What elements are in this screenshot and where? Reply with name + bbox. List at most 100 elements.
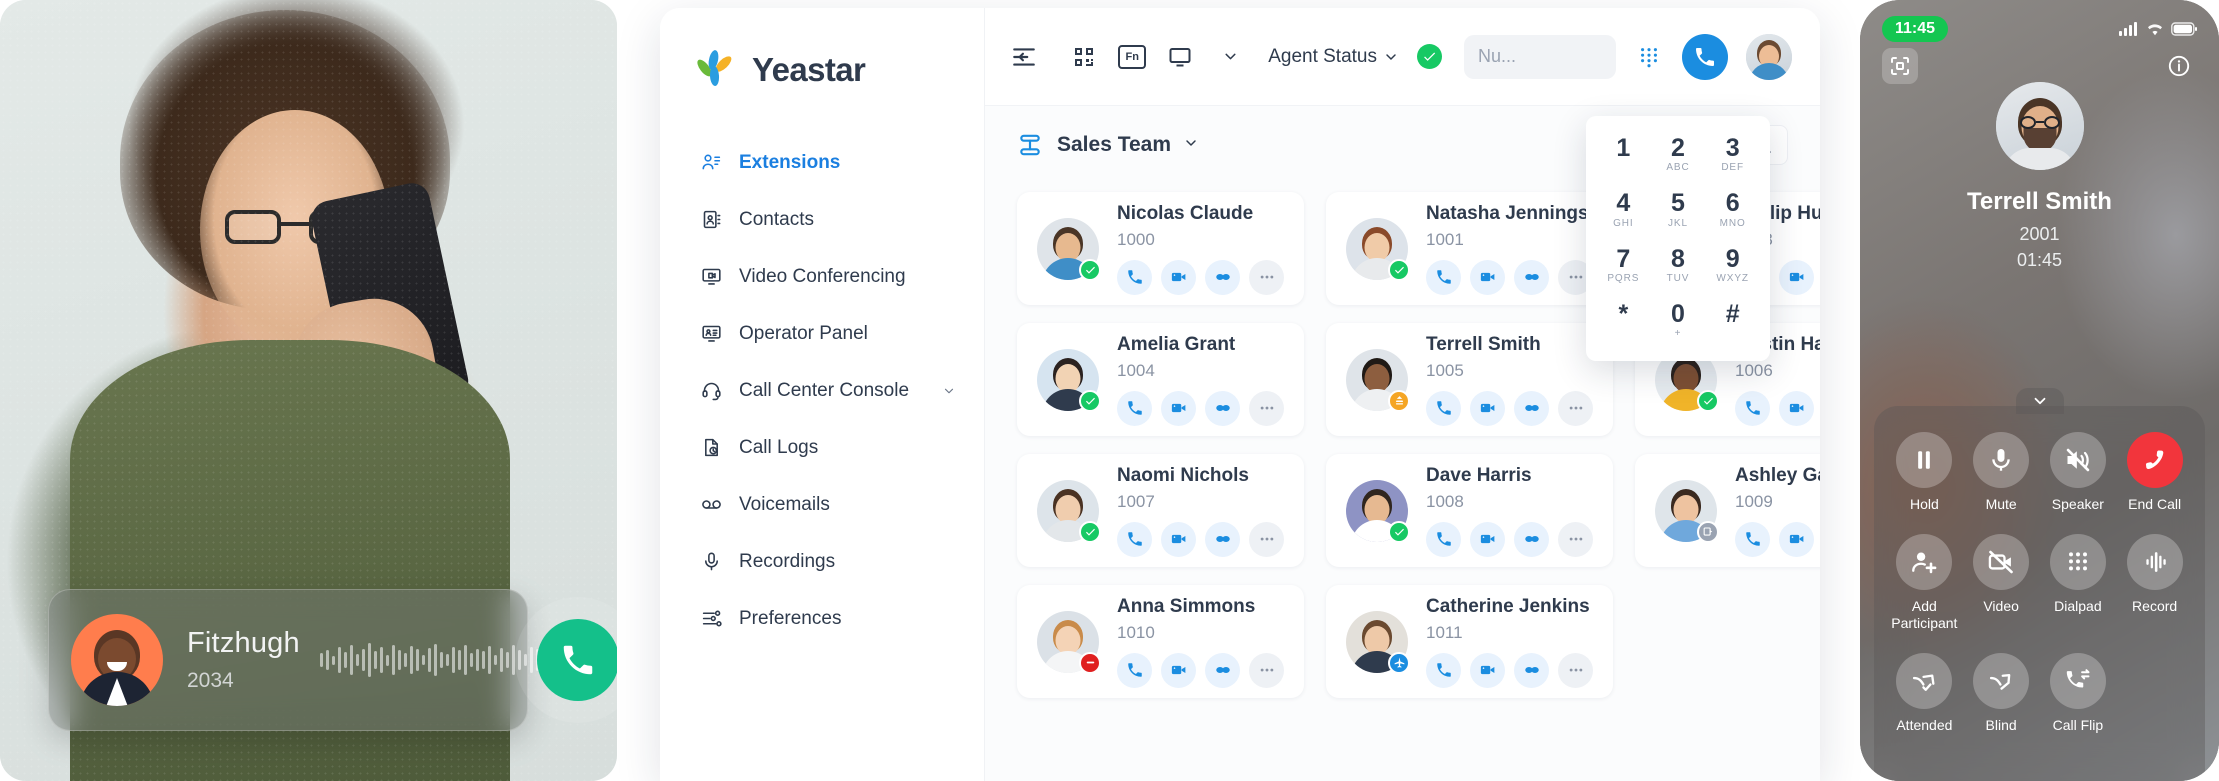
sidebar-item-contacts[interactable]: Contacts: [660, 191, 984, 248]
phone-control-call-flip[interactable]: Call Flip: [2040, 652, 2117, 735]
card-action-more[interactable]: [1249, 390, 1284, 426]
card-action-video[interactable]: [1161, 259, 1196, 295]
dialpad-key-8[interactable]: 8 TUV: [1651, 241, 1706, 288]
incoming-call-card[interactable]: Fitzhugh 2034: [48, 589, 617, 731]
dialpad-key-7[interactable]: 7 PQRS: [1596, 241, 1651, 288]
card-action-more[interactable]: [1558, 521, 1593, 557]
search-box[interactable]: [1464, 34, 1616, 79]
dialpad-key-5[interactable]: 5 JKL: [1651, 185, 1706, 232]
card-action-chat[interactable]: [1514, 259, 1549, 295]
extension-card[interactable]: Naomi Nichols 1007: [1017, 454, 1304, 567]
dialpad-key-6[interactable]: 6 MNO: [1705, 185, 1760, 232]
card-action-call[interactable]: [1426, 259, 1461, 295]
sidebar-item-operator-panel[interactable]: Operator Panel: [660, 305, 984, 362]
phone-control-record[interactable]: Record: [2116, 533, 2193, 633]
sidebar-item-video-conferencing[interactable]: Video Conferencing: [660, 248, 984, 305]
extension-card[interactable]: Catherine Jenkins 1011: [1326, 585, 1613, 698]
card-action-more[interactable]: [1249, 652, 1284, 688]
fn-key-icon[interactable]: Fn: [1118, 44, 1147, 69]
sidebar-item-recordings[interactable]: Recordings: [660, 533, 984, 590]
extension-card[interactable]: Amelia Grant 1004: [1017, 323, 1304, 436]
chevron-down-icon[interactable]: [942, 384, 956, 398]
card-action-call[interactable]: [1117, 390, 1152, 426]
info-circle-icon[interactable]: [2161, 48, 2197, 84]
card-action-chat[interactable]: [1205, 259, 1240, 295]
monitor-chevron-down-icon[interactable]: [1214, 41, 1246, 73]
phone-control-video[interactable]: Video: [1963, 533, 2040, 633]
phone-control-hold[interactable]: Hold: [1886, 432, 1963, 514]
dialpad-key-3[interactable]: 3 DEF: [1705, 130, 1760, 177]
sheet-collapse-handle[interactable]: [2015, 388, 2064, 414]
card-action-chat[interactable]: [1205, 652, 1240, 688]
card-action-video[interactable]: [1779, 521, 1814, 557]
extension-card[interactable]: Natasha Jennings 1001: [1326, 192, 1613, 305]
phone-control-blind[interactable]: Blind: [1963, 652, 2040, 735]
sidebar-item-call-logs[interactable]: Call Logs: [660, 419, 984, 476]
card-action-video[interactable]: [1470, 259, 1505, 295]
card-action-video[interactable]: [1470, 652, 1505, 688]
card-action-call[interactable]: [1117, 652, 1152, 688]
dialpad-key-hash[interactable]: #: [1705, 296, 1760, 343]
card-action-call[interactable]: [1735, 521, 1770, 557]
card-action-more[interactable]: [1558, 390, 1593, 426]
card-action-chat[interactable]: [1514, 521, 1549, 557]
card-action-call[interactable]: [1117, 259, 1152, 295]
phone-control-dialpad[interactable]: Dialpad: [2040, 533, 2117, 633]
phone-control-end-call[interactable]: End Call: [2116, 432, 2193, 514]
card-action-chat[interactable]: [1205, 521, 1240, 557]
card-action-video[interactable]: [1779, 259, 1814, 295]
extension-card[interactable]: Anna Simmons 1010: [1017, 585, 1304, 698]
sidebar-item-call-center-console[interactable]: Call Center Console: [660, 362, 984, 419]
resize-frame-icon[interactable]: [1882, 48, 1918, 84]
monitor-icon[interactable]: [1164, 41, 1196, 73]
card-action-chat[interactable]: [1514, 652, 1549, 688]
phone-control-add-participant[interactable]: Add Participant: [1886, 533, 1963, 633]
dialpad-key-2[interactable]: 2 ABC: [1651, 130, 1706, 177]
extension-card[interactable]: Ashley Gardner 1009: [1635, 454, 1820, 567]
answer-call-button[interactable]: [536, 619, 617, 701]
card-action-video[interactable]: [1161, 521, 1196, 557]
card-action-more[interactable]: [1558, 652, 1593, 688]
card-action-call[interactable]: [1426, 390, 1461, 426]
sidebar-item-extensions[interactable]: Extensions: [660, 134, 984, 191]
qr-code-icon[interactable]: [1068, 41, 1100, 73]
dialpad-key-star[interactable]: *: [1596, 296, 1651, 343]
dialpad-key-4[interactable]: 4 GHI: [1596, 185, 1651, 232]
dialpad-icon[interactable]: [1634, 42, 1664, 72]
card-action-more[interactable]: [1249, 259, 1284, 295]
card-action-call[interactable]: [1426, 521, 1461, 557]
dialpad-letters: [1705, 328, 1760, 340]
dialpad-key-9[interactable]: 9 WXYZ: [1705, 241, 1760, 288]
dialpad-popup[interactable]: 1 2 ABC 3 DEF 4 GHI 5 JKL 6 MNO 7 PQRS 8 TUV 9 WXYZ * 0 + #: [1586, 116, 1770, 361]
extension-card[interactable]: Terrell Smith 1005: [1326, 323, 1613, 436]
phone-control-attended[interactable]: Attended: [1886, 652, 1963, 735]
extension-avatar-wrap: [1346, 217, 1410, 281]
card-action-call[interactable]: [1426, 652, 1461, 688]
dialpad-key-1[interactable]: 1: [1596, 130, 1651, 177]
dialpad-key-0[interactable]: 0 +: [1651, 296, 1706, 343]
collapse-sidebar-icon[interactable]: [1007, 40, 1041, 74]
sidebar-item-preferences[interactable]: Preferences: [660, 590, 984, 647]
phone-control-mute[interactable]: Mute: [1963, 432, 2040, 514]
card-action-video[interactable]: [1470, 521, 1505, 557]
extension-name: Catherine Jenkins: [1426, 595, 1590, 617]
make-call-button[interactable]: [1682, 33, 1728, 80]
extension-card[interactable]: Nicolas Claude 1000: [1017, 192, 1304, 305]
card-action-video[interactable]: [1470, 390, 1505, 426]
search-input[interactable]: [1478, 46, 1602, 67]
card-action-video[interactable]: [1161, 652, 1196, 688]
extension-card[interactable]: Dave Harris 1008: [1326, 454, 1613, 567]
phone-control-speaker[interactable]: Speaker: [2040, 432, 2117, 514]
card-action-call[interactable]: [1117, 521, 1152, 557]
card-action-call[interactable]: [1735, 390, 1770, 426]
user-avatar[interactable]: [1746, 33, 1792, 80]
sidebar-item-voicemails[interactable]: Voicemails: [660, 476, 984, 533]
card-action-video[interactable]: [1161, 390, 1196, 426]
agent-status-dropdown[interactable]: Agent Status: [1268, 46, 1399, 68]
card-action-more[interactable]: [1249, 521, 1284, 557]
card-action-chat[interactable]: [1514, 390, 1549, 426]
card-action-chat[interactable]: [1205, 390, 1240, 426]
agent-status-indicator-icon[interactable]: [1417, 44, 1442, 69]
card-action-video[interactable]: [1779, 390, 1814, 426]
team-chevron-down-icon[interactable]: [1183, 135, 1199, 156]
